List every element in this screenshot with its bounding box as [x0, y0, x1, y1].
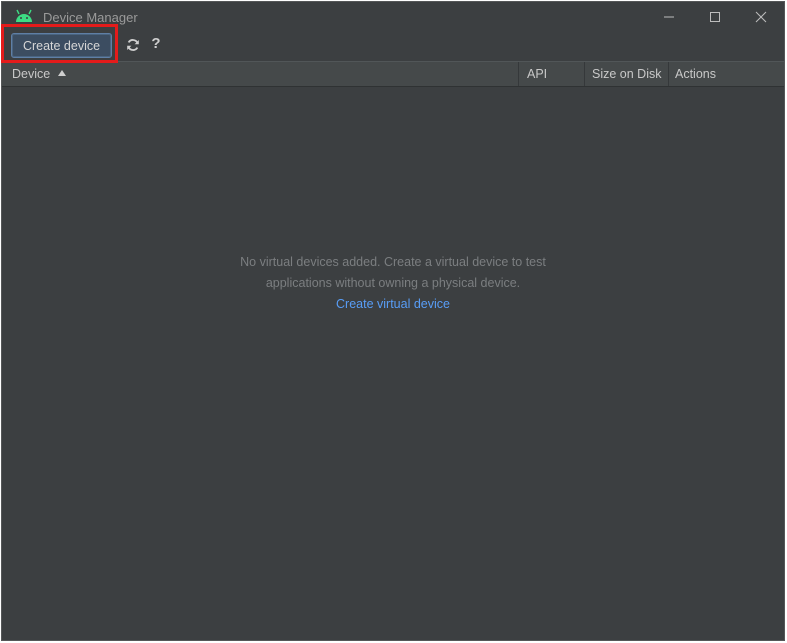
refresh-button[interactable] [126, 38, 140, 52]
close-icon [755, 11, 767, 23]
minimize-button[interactable] [646, 4, 692, 30]
table-header: Device API Size on Disk Actions [2, 61, 784, 87]
sort-ascending-icon [58, 70, 67, 76]
device-list: No virtual devices added. Create a virtu… [2, 87, 784, 640]
column-header-device[interactable]: Device [2, 62, 518, 86]
toolbar: Create device ? [2, 30, 784, 60]
column-header-actions-label: Actions [675, 67, 716, 81]
close-button[interactable] [738, 4, 784, 30]
column-header-api[interactable]: API [518, 62, 584, 86]
column-header-device-label: Device [12, 67, 51, 81]
create-virtual-device-link-row: Create virtual device [2, 297, 784, 311]
device-manager-window: Device Manager Create device ? Device AP… [1, 1, 785, 641]
column-header-size[interactable]: Size on Disk [584, 62, 668, 86]
title-bar[interactable]: Device Manager [2, 2, 784, 30]
android-icon [16, 9, 32, 22]
column-header-size-label: Size on Disk [592, 67, 662, 81]
create-virtual-device-link[interactable]: Create virtual device [336, 297, 450, 311]
empty-state-message: No virtual devices added. Create a virtu… [2, 252, 784, 294]
help-button[interactable]: ? [150, 35, 162, 52]
create-device-button[interactable]: Create device [11, 33, 112, 58]
maximize-icon [710, 12, 720, 22]
refresh-icon [127, 39, 139, 51]
empty-state-line-1: No virtual devices added. Create a virtu… [240, 255, 546, 269]
column-header-actions[interactable]: Actions [668, 62, 784, 86]
maximize-button[interactable] [692, 4, 738, 30]
window-title: Device Manager [43, 10, 138, 25]
minimize-icon [664, 16, 674, 18]
column-header-api-label: API [527, 67, 548, 81]
empty-state-line-2: applications without owning a physical d… [265, 276, 521, 290]
